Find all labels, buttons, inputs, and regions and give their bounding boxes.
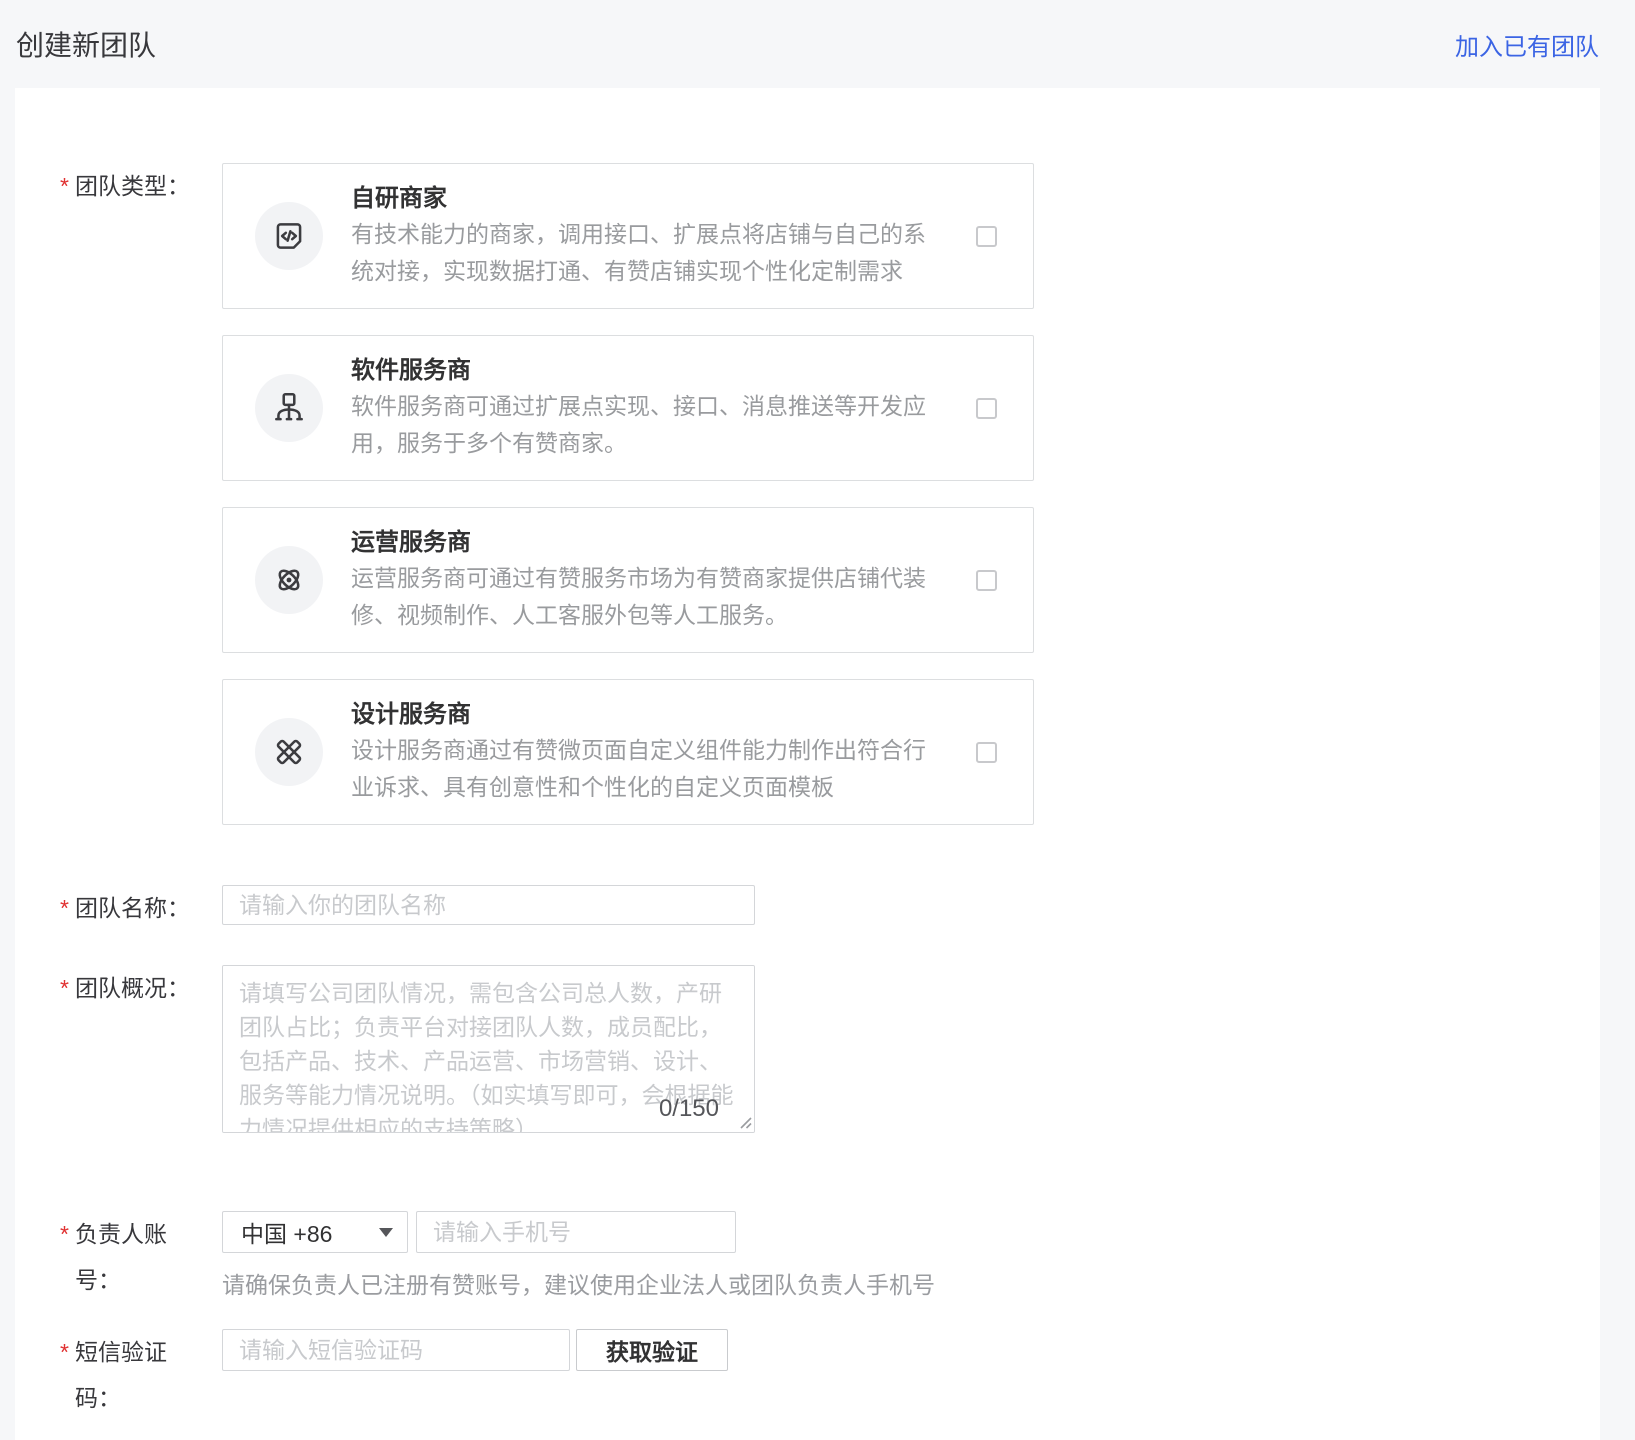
resize-handle-icon[interactable] xyxy=(738,1115,752,1129)
card-title: 软件服务商 xyxy=(351,354,941,388)
required-asterisk: * xyxy=(60,163,69,209)
owner-account-row: * 负责人账号： 中国 +86 请确保负责人已注册有赞账号，建议使用企业法人或团… xyxy=(15,1211,1600,1309)
team-profile-row: * 团队概况： 0/150 xyxy=(15,965,1600,1133)
team-type-checkbox-design[interactable] xyxy=(976,742,997,763)
card-title: 设计服务商 xyxy=(351,698,941,732)
country-code-value: 中国 +86 xyxy=(241,1215,332,1249)
team-type-card-self-dev[interactable]: 自研商家 有技术能力的商家，调用接口、扩展点将店铺与自己的系统对接，实现数据打通… xyxy=(222,163,1034,309)
team-type-checkbox-software[interactable] xyxy=(976,398,997,419)
team-type-card-operation[interactable]: 运营服务商 运营服务商可通过有赞服务市场为有赞商家提供店铺代装修、视频制作、人工… xyxy=(222,507,1034,653)
team-name-row: * 团队名称： xyxy=(15,885,1600,931)
join-existing-team-link[interactable]: 加入已有团队 xyxy=(1455,27,1599,62)
required-asterisk: * xyxy=(60,1329,69,1421)
sms-code-row: * 短信验证码： 获取验证 xyxy=(15,1329,1600,1421)
owner-account-label: * 负责人账号： xyxy=(60,1211,222,1303)
char-counter: 0/150 xyxy=(659,1095,719,1123)
chevron-down-icon xyxy=(379,1228,393,1237)
card-description: 设计服务商通过有赞微页面自定义组件能力制作出符合行业诉求、具有创意性和个性化的自… xyxy=(351,732,941,806)
form-panel: * 团队类型： 自研商家 有技术能力的商家，调用接口、扩展点将店铺与自己的系统对… xyxy=(15,88,1600,1440)
sms-code-label: * 短信验证码： xyxy=(60,1329,222,1421)
required-asterisk: * xyxy=(60,885,69,931)
team-type-checkbox-operation[interactable] xyxy=(976,570,997,591)
team-type-label: * 团队类型： xyxy=(60,163,222,209)
sms-code-input[interactable] xyxy=(222,1329,570,1371)
atom-icon xyxy=(270,561,308,599)
card-description: 运营服务商可通过有赞服务市场为有赞商家提供店铺代装修、视频制作、人工客服外包等人… xyxy=(351,560,941,634)
code-document-icon xyxy=(270,217,308,255)
page-title: 创建新团队 xyxy=(16,24,156,64)
distribution-icon xyxy=(270,389,308,427)
required-asterisk: * xyxy=(60,965,69,1011)
card-description: 有技术能力的商家，调用接口、扩展点将店铺与自己的系统对接，实现数据打通、有赞店铺… xyxy=(351,216,941,290)
get-verification-code-button[interactable]: 获取验证 xyxy=(576,1329,728,1371)
design-tools-icon xyxy=(270,733,308,771)
team-name-input[interactable] xyxy=(222,885,755,925)
page-header: 创建新团队 加入已有团队 xyxy=(0,0,1635,88)
team-type-row: * 团队类型： 自研商家 有技术能力的商家，调用接口、扩展点将店铺与自己的系统对… xyxy=(15,163,1600,825)
team-type-options: 自研商家 有技术能力的商家，调用接口、扩展点将店铺与自己的系统对接，实现数据打通… xyxy=(222,163,1034,825)
card-description: 软件服务商可通过扩展点实现、接口、消息推送等开发应用，服务于多个有赞商家。 xyxy=(351,388,941,462)
team-type-checkbox-self-dev[interactable] xyxy=(976,226,997,247)
required-asterisk: * xyxy=(60,1211,69,1303)
team-type-card-software[interactable]: 软件服务商 软件服务商可通过扩展点实现、接口、消息推送等开发应用，服务于多个有赞… xyxy=(222,335,1034,481)
owner-account-hint: 请确保负责人已注册有赞账号，建议使用企业法人或团队负责人手机号 xyxy=(222,1261,935,1309)
team-type-card-design[interactable]: 设计服务商 设计服务商通过有赞微页面自定义组件能力制作出符合行业诉求、具有创意性… xyxy=(222,679,1034,825)
team-name-label: * 团队名称： xyxy=(60,885,222,931)
country-code-select[interactable]: 中国 +86 xyxy=(222,1211,408,1253)
phone-number-input[interactable] xyxy=(416,1211,736,1253)
card-title: 自研商家 xyxy=(351,182,941,216)
card-title: 运营服务商 xyxy=(351,526,941,560)
team-profile-label: * 团队概况： xyxy=(60,965,222,1011)
